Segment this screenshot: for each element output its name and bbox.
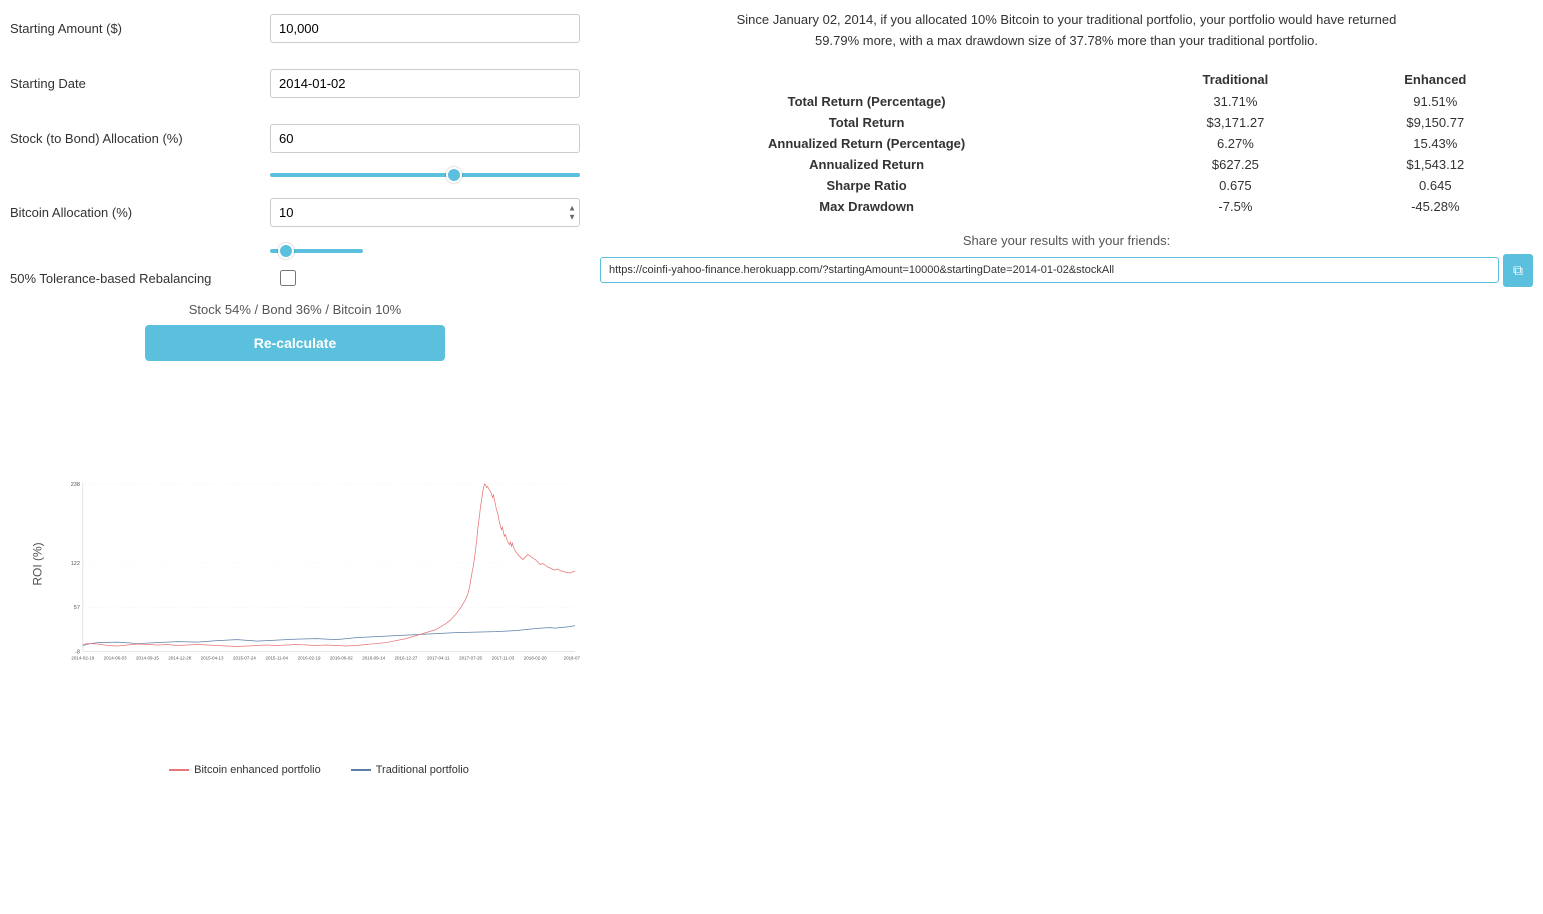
row-traditional: 0.675	[1133, 175, 1337, 196]
svg-text:2015-04-13: 2015-04-13	[201, 655, 224, 660]
summary-text: Since January 02, 2014, if you allocated…	[727, 10, 1407, 52]
bitcoin-line	[83, 484, 575, 647]
svg-text:2014-12-26: 2014-12-26	[168, 655, 191, 660]
bitcoin-spinner-wrap: ▲ ▼	[270, 198, 580, 227]
row-enhanced: $1,543.12	[1338, 154, 1533, 175]
svg-text:2016-06-02: 2016-06-02	[330, 655, 353, 660]
row-enhanced: 15.43%	[1338, 133, 1533, 154]
bitcoin-allocation-input[interactable]	[270, 198, 580, 227]
share-url-input[interactable]	[600, 257, 1499, 283]
row-traditional: -7.5%	[1133, 196, 1337, 217]
svg-text:2014-02-19: 2014-02-19	[71, 655, 94, 660]
results-header-row: Traditional Enhanced	[600, 68, 1533, 91]
starting-amount-label: Starting Amount ($)	[10, 21, 270, 36]
row-traditional: 6.27%	[1133, 133, 1337, 154]
svg-text:2014-06-03: 2014-06-03	[104, 655, 127, 660]
bitcoin-allocation-row: Bitcoin Allocation (%) ▲ ▼	[10, 194, 580, 231]
row-label: Max Drawdown	[600, 196, 1133, 217]
svg-text:2015-11-04: 2015-11-04	[265, 655, 288, 660]
table-row: Annualized Return $627.25 $1,543.12	[600, 154, 1533, 175]
svg-text:2017-07-25: 2017-07-25	[459, 655, 482, 660]
bitcoin-spinner-arrows: ▲ ▼	[568, 204, 576, 221]
svg-text:2017-04-11: 2017-04-11	[427, 655, 450, 660]
recalculate-button[interactable]: Re-calculate	[145, 325, 445, 361]
row-enhanced: 91.51%	[1338, 91, 1533, 112]
stock-allocation-label: Stock (to Bond) Allocation (%)	[10, 131, 270, 146]
legend-bitcoin-line	[169, 769, 189, 771]
starting-amount-input[interactable]	[270, 14, 580, 43]
results-table: Traditional Enhanced Total Return (Perce…	[600, 68, 1533, 217]
row-traditional: $3,171.27	[1133, 112, 1337, 133]
table-row: Total Return $3,171.27 $9,150.77	[600, 112, 1533, 133]
copy-icon: ⧉	[1513, 262, 1523, 278]
starting-date-input[interactable]	[270, 69, 580, 98]
svg-text:-8: -8	[75, 650, 80, 656]
tolerance-row: 50% Tolerance-based Rebalancing	[10, 270, 580, 286]
bitcoin-spin-up[interactable]: ▲	[568, 204, 576, 212]
svg-text:238: 238	[71, 482, 80, 488]
chart-area-wrap: 238 122 57 -8	[58, 377, 580, 776]
svg-text:2018-07-13: 2018-07-13	[564, 655, 580, 660]
allocation-text: Stock 54% / Bond 36% / Bitcoin 10%	[10, 302, 580, 317]
stock-slider-row	[10, 165, 580, 180]
row-label: Total Return	[600, 112, 1133, 133]
col-header-traditional: Traditional	[1133, 68, 1337, 91]
svg-text:2016-12-27: 2016-12-27	[395, 655, 418, 660]
starting-date-row: Starting Date	[10, 65, 580, 102]
table-row: Total Return (Percentage) 31.71% 91.51%	[600, 91, 1533, 112]
row-label: Annualized Return (Percentage)	[600, 133, 1133, 154]
legend-traditional-line	[351, 769, 371, 771]
traditional-line	[83, 626, 575, 646]
row-traditional: 31.71%	[1133, 91, 1337, 112]
chart-svg: 238 122 57 -8	[58, 377, 580, 757]
table-row: Annualized Return (Percentage) 6.27% 15.…	[600, 133, 1533, 154]
svg-text:57: 57	[74, 605, 80, 611]
stock-allocation-input[interactable]	[270, 124, 580, 153]
row-label: Annualized Return	[600, 154, 1133, 175]
left-panel: Starting Amount ($) Starting Date Stock …	[10, 10, 580, 776]
row-enhanced: -45.28%	[1338, 196, 1533, 217]
chart-legend: Bitcoin enhanced portfolio Traditional p…	[58, 764, 580, 776]
svg-text:2015-07-24: 2015-07-24	[233, 655, 256, 660]
tolerance-checkbox[interactable]	[280, 270, 296, 286]
row-label: Total Return (Percentage)	[600, 91, 1133, 112]
row-enhanced: 0.645	[1338, 175, 1533, 196]
col-header-label	[600, 68, 1133, 91]
table-row: Sharpe Ratio 0.675 0.645	[600, 175, 1533, 196]
bitcoin-spin-down[interactable]: ▼	[568, 213, 576, 221]
row-traditional: $627.25	[1133, 154, 1337, 175]
chart-section: ROI (%) 238	[10, 377, 580, 776]
legend-traditional-label: Traditional portfolio	[376, 764, 469, 776]
legend-bitcoin: Bitcoin enhanced portfolio	[169, 764, 321, 776]
svg-text:2016-02-19: 2016-02-19	[298, 655, 321, 660]
stock-allocation-row: Stock (to Bond) Allocation (%)	[10, 120, 580, 157]
starting-date-label: Starting Date	[10, 76, 270, 91]
right-panel: Since January 02, 2014, if you allocated…	[600, 10, 1533, 776]
legend-bitcoin-label: Bitcoin enhanced portfolio	[194, 764, 321, 776]
svg-text:2014-09-15: 2014-09-15	[136, 655, 159, 660]
row-label: Sharpe Ratio	[600, 175, 1133, 196]
stock-allocation-slider[interactable]	[270, 173, 580, 177]
legend-traditional: Traditional portfolio	[351, 764, 469, 776]
svg-text:2016-09-14: 2016-09-14	[362, 655, 385, 660]
tolerance-label: 50% Tolerance-based Rebalancing	[10, 271, 270, 286]
share-label: Share your results with your friends:	[600, 233, 1533, 248]
bitcoin-slider-row	[10, 241, 580, 256]
y-axis-label: ROI (%)	[31, 542, 45, 585]
copy-button[interactable]: ⧉	[1503, 254, 1533, 287]
share-url-row: ⧉	[600, 254, 1533, 287]
bitcoin-allocation-label: Bitcoin Allocation (%)	[10, 205, 270, 220]
svg-text:2017-11-03: 2017-11-03	[492, 655, 515, 660]
svg-text:2018-02-20: 2018-02-20	[524, 655, 547, 660]
row-enhanced: $9,150.77	[1338, 112, 1533, 133]
svg-text:122: 122	[71, 561, 80, 567]
bitcoin-allocation-slider[interactable]	[270, 249, 363, 253]
table-row: Max Drawdown -7.5% -45.28%	[600, 196, 1533, 217]
starting-amount-row: Starting Amount ($)	[10, 10, 580, 47]
col-header-enhanced: Enhanced	[1338, 68, 1533, 91]
